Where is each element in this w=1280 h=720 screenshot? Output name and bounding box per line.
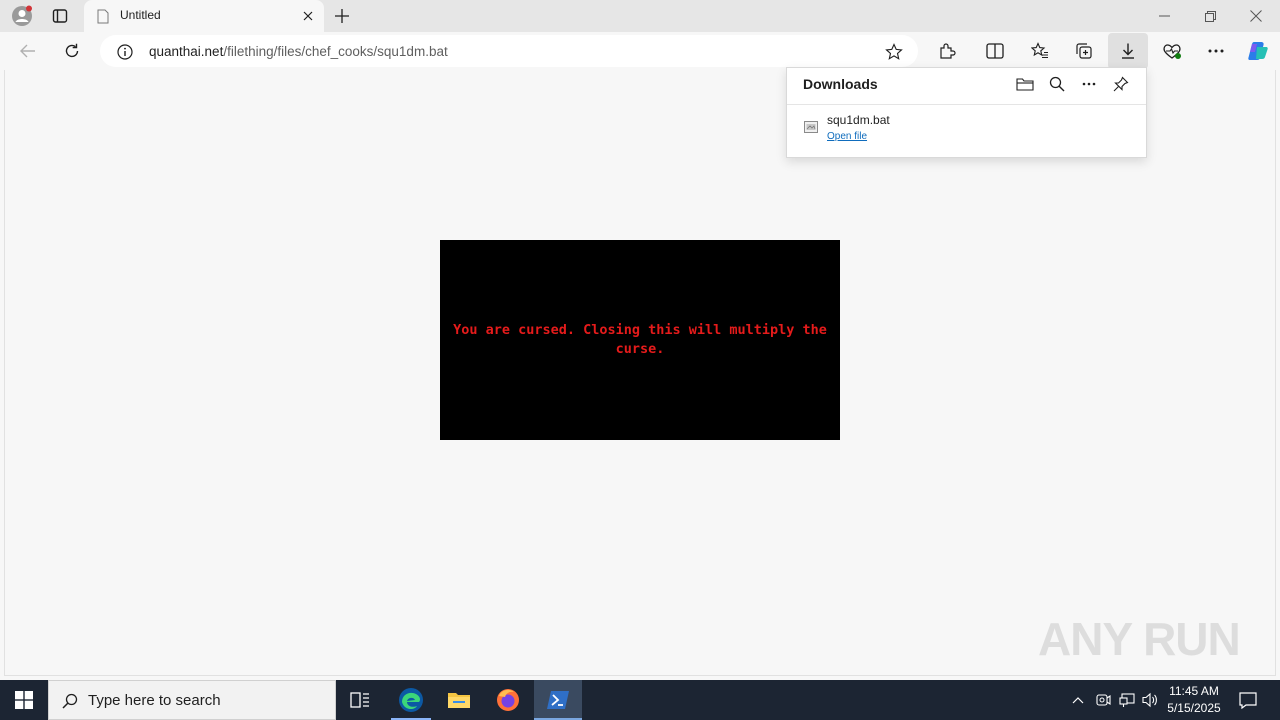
system-clock[interactable]: 11:45 AM 5/15/2025 bbox=[1160, 683, 1228, 717]
edge-taskbar-icon[interactable] bbox=[389, 680, 433, 720]
downloads-title: Downloads bbox=[803, 76, 878, 92]
refresh-icon[interactable] bbox=[60, 39, 84, 63]
url-text[interactable]: quanthai.net/filething/files/chef_cooks/… bbox=[149, 44, 448, 59]
meet-now-icon[interactable] bbox=[1093, 680, 1113, 720]
copilot-icon[interactable] bbox=[1245, 38, 1271, 64]
start-button[interactable] bbox=[0, 680, 48, 720]
collections-icon[interactable] bbox=[1072, 39, 1096, 63]
firefox-icon[interactable] bbox=[486, 680, 530, 720]
downloads-more-icon[interactable] bbox=[1079, 74, 1099, 94]
task-view-icon[interactable] bbox=[338, 680, 382, 720]
network-icon[interactable] bbox=[1117, 680, 1137, 720]
powershell-taskbar-button[interactable] bbox=[534, 680, 582, 720]
file-icon bbox=[803, 120, 819, 134]
restore-icon[interactable] bbox=[1196, 4, 1224, 28]
url-path: /filething/files/chef_cooks/squ1dm.bat bbox=[223, 44, 448, 59]
watermark: ANY RUN bbox=[1038, 613, 1241, 665]
search-downloads-icon[interactable] bbox=[1047, 74, 1067, 94]
tab-strip: Untitled bbox=[0, 0, 1280, 32]
split-screen-icon[interactable] bbox=[983, 39, 1007, 63]
open-folder-icon[interactable] bbox=[1015, 74, 1035, 94]
curse-message: You are cursed. Closing this will multip… bbox=[453, 322, 827, 357]
file-explorer-icon[interactable] bbox=[437, 680, 481, 720]
site-info-icon[interactable] bbox=[116, 43, 134, 61]
pin-icon[interactable] bbox=[1111, 74, 1131, 94]
profile-icon[interactable] bbox=[8, 4, 36, 28]
volume-icon[interactable] bbox=[1140, 680, 1162, 720]
open-file-link[interactable]: Open file bbox=[827, 131, 867, 142]
favorite-star-icon[interactable] bbox=[884, 42, 904, 62]
url-domain: quanthai.net bbox=[149, 44, 224, 59]
close-tab-icon[interactable] bbox=[300, 8, 316, 24]
toolbar: quanthai.net/filething/files/chef_cooks/… bbox=[0, 32, 1280, 70]
tab-title: Untitled bbox=[120, 8, 161, 22]
downloads-panel: Downloads squ1dm.bat Open file bbox=[786, 67, 1147, 158]
search-placeholder: Type here to search bbox=[88, 692, 221, 709]
address-bar[interactable]: quanthai.net/filething/files/chef_cooks/… bbox=[100, 35, 918, 67]
favorites-icon[interactable] bbox=[1028, 39, 1052, 63]
powershell-icon bbox=[546, 689, 570, 711]
download-filename[interactable]: squ1dm.bat bbox=[827, 113, 890, 127]
page-icon bbox=[96, 8, 110, 24]
clock-time: 11:45 AM bbox=[1169, 684, 1219, 698]
notifications-icon[interactable] bbox=[1234, 680, 1262, 720]
tab-actions-icon[interactable] bbox=[48, 4, 72, 28]
taskbar: Type here to search 11:45 AM 5/15/2025 bbox=[0, 680, 1280, 720]
back-icon[interactable] bbox=[16, 39, 40, 63]
more-menu-icon[interactable] bbox=[1204, 39, 1228, 63]
curse-message-box: You are cursed. Closing this will multip… bbox=[440, 240, 840, 440]
tab-untitled[interactable]: Untitled bbox=[84, 0, 324, 32]
screen: Untitled quanthai.net/filething/files/ch… bbox=[0, 0, 1280, 720]
close-window-icon[interactable] bbox=[1242, 4, 1270, 28]
new-tab-icon[interactable] bbox=[330, 4, 354, 28]
search-icon bbox=[61, 692, 79, 710]
downloads-divider bbox=[787, 104, 1146, 105]
show-hidden-icons-chevron-icon[interactable] bbox=[1068, 680, 1088, 720]
extensions-icon[interactable] bbox=[935, 39, 959, 63]
clock-date: 5/15/2025 bbox=[1167, 701, 1221, 715]
browser-essentials-icon[interactable] bbox=[1160, 39, 1184, 63]
downloads-icon[interactable] bbox=[1108, 33, 1148, 69]
minimize-icon[interactable] bbox=[1150, 4, 1178, 28]
taskbar-search[interactable]: Type here to search bbox=[48, 680, 336, 720]
